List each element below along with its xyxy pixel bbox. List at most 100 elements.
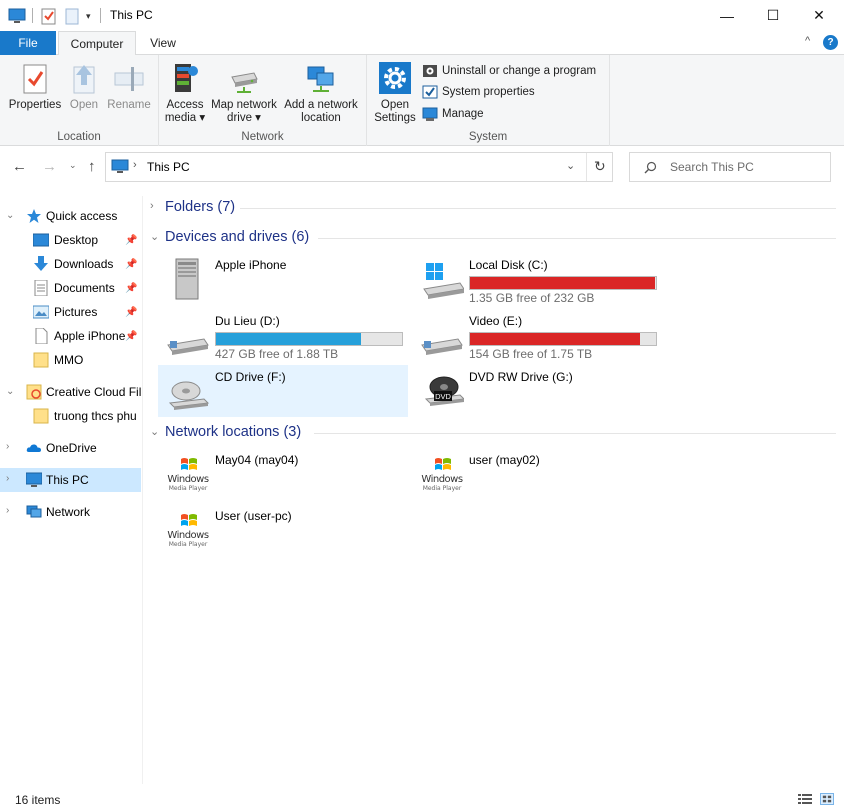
maximize-button[interactable]: ☐: [750, 0, 796, 31]
item-count: 16 items: [15, 793, 61, 807]
minimize-button[interactable]: —: [704, 0, 750, 31]
wmp-text-media-player: Media Player: [422, 485, 462, 492]
sidebar-item-apple-iphone[interactable]: Apple iPhone 📌: [0, 324, 141, 348]
device-tile-local-disk-c[interactable]: Local Disk (C:) 1.35 GB free of 232 GB: [412, 253, 662, 305]
expanded-chevron-icon[interactable]: ⌄: [6, 210, 14, 221]
ribbon: Properties Open Rename Location Access m…: [0, 55, 844, 146]
breadcrumb-chevron-icon[interactable]: ›: [133, 159, 137, 171]
collapse-ribbon-icon[interactable]: ^: [805, 35, 810, 47]
device-tile-du-lieu-d[interactable]: Du Lieu (D:) 427 GB free of 1.88 TB: [158, 309, 408, 361]
device-tile-dvd-rw-g[interactable]: DVD DVD RW Drive (G:): [412, 365, 662, 417]
system-properties-label: System properties: [442, 86, 535, 98]
network-location-tile-may02[interactable]: Windows Media Player user (may02): [412, 448, 662, 500]
section-divider: [240, 208, 836, 209]
refresh-icon[interactable]: ↻: [594, 158, 606, 175]
network-location-tile-may04[interactable]: Windows Media Player May04 (may04): [158, 448, 408, 500]
sidebar-item-pictures[interactable]: Pictures 📌: [0, 300, 141, 324]
capacity-bar-fill: [470, 277, 655, 289]
properties-button[interactable]: Properties: [6, 61, 64, 112]
sidebar-item-creative-cloud[interactable]: ⌄ Creative Cloud Fil: [0, 380, 141, 404]
forward-arrow-icon[interactable]: →: [42, 158, 57, 175]
pin-icon[interactable]: 📌: [125, 259, 137, 270]
device-tile-apple-iphone[interactable]: Apple iPhone: [158, 253, 408, 305]
tab-computer[interactable]: Computer: [58, 31, 136, 56]
folders-group-header[interactable]: › Folders (7): [148, 197, 836, 219]
device-tile-video-e[interactable]: Video (E:) 154 GB free of 1.75 TB: [412, 309, 662, 361]
capacity-bar-fill: [216, 333, 361, 345]
open-button[interactable]: Open: [64, 61, 104, 112]
network-locations-group-header[interactable]: ⌄ Network locations (3): [148, 422, 836, 444]
address-path[interactable]: This PC: [147, 160, 190, 174]
details-view-icon[interactable]: [798, 793, 812, 805]
window-title: This PC: [110, 8, 153, 22]
access-media-button[interactable]: Access media ▾: [161, 61, 209, 125]
device-tile-cd-drive-f[interactable]: CD Drive (F:): [158, 365, 408, 417]
rename-button[interactable]: Rename: [104, 61, 154, 112]
wmp-text-media-player: Media Player: [168, 541, 208, 548]
capacity-bar: [215, 332, 403, 346]
collapsed-chevron-icon[interactable]: ›: [6, 441, 9, 452]
sidebar-item-label: Quick access: [46, 209, 118, 223]
back-arrow-icon[interactable]: ←: [12, 158, 27, 175]
sidebar-item-label: Desktop: [54, 233, 99, 247]
address-dropdown-chevron-icon[interactable]: ⌄: [566, 159, 575, 172]
add-location-label-2: location: [301, 112, 341, 124]
uninstall-program-button[interactable]: Uninstall or change a program: [422, 61, 596, 81]
properties-qa-icon[interactable]: [41, 7, 57, 25]
sidebar-item-label: OneDrive: [46, 441, 97, 455]
sidebar-item-this-pc[interactable]: › This PC: [0, 468, 141, 492]
collapsed-chevron-icon[interactable]: ›: [6, 505, 9, 516]
customize-qa-dropdown[interactable]: ▾: [86, 7, 91, 25]
sidebar-item-documents[interactable]: Documents 📌: [0, 276, 141, 300]
sidebar-item-network[interactable]: › Network: [0, 500, 141, 524]
network-locations-header: Network locations (3): [165, 424, 302, 440]
collapsed-chevron-icon[interactable]: ›: [150, 200, 154, 212]
add-network-location-button[interactable]: Add a network location: [281, 61, 361, 125]
open-label: Open: [69, 99, 99, 111]
this-pc-icon: [8, 8, 26, 23]
up-arrow-icon[interactable]: ↑: [88, 158, 96, 175]
new-folder-qa-icon[interactable]: [65, 7, 79, 25]
address-bar[interactable]: › This PC ⌄ ↻: [105, 152, 613, 182]
close-button[interactable]: ✕: [796, 0, 842, 31]
network-drive-icon: [231, 72, 258, 93]
sidebar-item-desktop[interactable]: Desktop 📌: [0, 228, 141, 252]
tab-view[interactable]: View: [138, 31, 188, 55]
wmp-text-windows: Windows: [167, 530, 209, 541]
tiles-view-icon[interactable]: [820, 793, 834, 805]
system-properties-button[interactable]: System properties: [422, 82, 535, 102]
network-location-tile-user-pc[interactable]: Windows Media Player User (user-pc): [158, 504, 408, 556]
sidebar-item-mmo[interactable]: MMO: [0, 348, 141, 372]
sidebar-item-truong-thcs[interactable]: truong thcs phu: [0, 404, 141, 428]
help-icon[interactable]: ?: [823, 35, 838, 50]
pin-icon[interactable]: 📌: [125, 331, 137, 342]
sidebar-item-label: Creative Cloud Fil: [46, 385, 141, 399]
recent-locations-chevron-icon[interactable]: ⌄: [69, 160, 77, 171]
tab-file[interactable]: File: [0, 31, 56, 55]
network-location-name: User (user-pc): [215, 509, 292, 523]
open-icon: [73, 65, 95, 94]
open-settings-button[interactable]: Open Settings: [371, 61, 419, 125]
expanded-chevron-icon[interactable]: ⌄: [150, 230, 159, 243]
pin-icon[interactable]: 📌: [125, 283, 137, 294]
device-name: Video (E:): [469, 314, 523, 328]
map-network-drive-button[interactable]: Map network drive ▾: [207, 61, 281, 125]
sidebar-item-label: This PC: [46, 473, 89, 487]
network-icon: [26, 505, 42, 518]
manage-button[interactable]: Manage: [422, 104, 484, 124]
devices-group-header[interactable]: ⌄ Devices and drives (6): [148, 227, 836, 249]
sidebar-item-quick-access[interactable]: ⌄ Quick access: [0, 204, 141, 228]
pin-icon[interactable]: 📌: [125, 307, 137, 318]
sidebar-item-downloads[interactable]: Downloads 📌: [0, 252, 141, 276]
search-box[interactable]: Search This PC: [629, 152, 831, 182]
this-pc-icon: [26, 472, 42, 487]
sidebar-item-onedrive[interactable]: › OneDrive: [0, 436, 141, 460]
expanded-chevron-icon[interactable]: ⌄: [150, 425, 159, 438]
collapsed-chevron-icon[interactable]: ›: [6, 473, 9, 484]
rename-icon: [114, 67, 144, 91]
windows-flag-icon: [181, 458, 197, 470]
expanded-chevron-icon[interactable]: ⌄: [6, 386, 14, 397]
windows-flag-icon: [435, 458, 451, 470]
pin-icon[interactable]: 📌: [125, 235, 137, 246]
device-name: DVD RW Drive (G:): [469, 370, 573, 384]
